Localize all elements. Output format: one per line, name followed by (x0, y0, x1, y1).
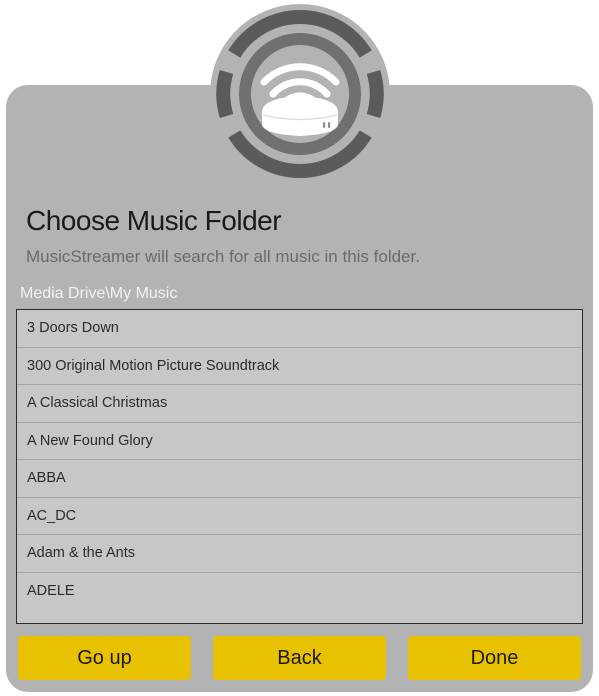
list-item[interactable]: ADELE (17, 573, 582, 611)
list-item[interactable]: Adam & the Ants (17, 535, 582, 573)
list-item[interactable]: A New Found Glory (17, 423, 582, 461)
list-item[interactable]: ABBA (17, 460, 582, 498)
back-button[interactable]: Back (213, 636, 386, 680)
list-item[interactable]: 300 Original Motion Picture Soundtrack (17, 348, 582, 386)
current-path: Media Drive\My Music (6, 285, 593, 309)
dialog-card: Choose Music Folder MusicStreamer will s… (6, 85, 593, 692)
folder-list[interactable]: 3 Doors Down300 Original Motion Picture … (16, 309, 583, 624)
list-item[interactable]: A Classical Christmas (17, 385, 582, 423)
list-item[interactable]: AC_DC (17, 498, 582, 536)
done-button[interactable]: Done (408, 636, 581, 680)
button-bar: Go up Back Done (6, 624, 593, 692)
page-subtitle: MusicStreamer will search for all music … (6, 247, 593, 285)
page-title: Choose Music Folder (6, 205, 593, 247)
list-item[interactable]: 3 Doors Down (17, 310, 582, 348)
go-up-button[interactable]: Go up (18, 636, 191, 680)
